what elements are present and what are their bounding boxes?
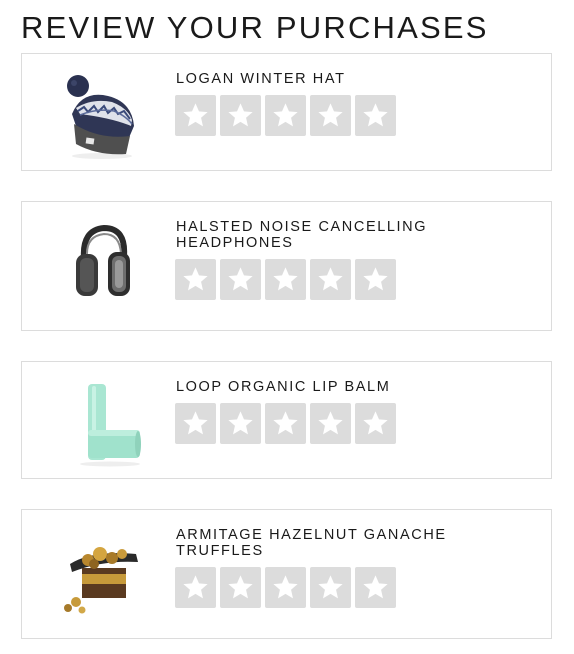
- star-icon: [363, 575, 388, 599]
- star-icon: [273, 575, 298, 599]
- rate-1-star-button[interactable]: [175, 259, 216, 300]
- rate-1-star-button[interactable]: [175, 567, 216, 608]
- rate-5-star-button[interactable]: [355, 95, 396, 136]
- rate-4-star-button[interactable]: [310, 259, 351, 300]
- rate-5-star-button[interactable]: [355, 567, 396, 608]
- rate-1-star-button[interactable]: [175, 403, 216, 444]
- star-icon: [318, 411, 343, 435]
- star-icon: [228, 411, 253, 435]
- rate-5-star-button[interactable]: [355, 259, 396, 300]
- star-icon: [183, 575, 208, 599]
- headphones-image: [52, 216, 152, 316]
- star-icon: [318, 103, 343, 127]
- rate-3-star-button[interactable]: [265, 567, 306, 608]
- rate-3-star-button[interactable]: [265, 403, 306, 444]
- product-card-winter-hat: LOGAN WINTER HAT: [21, 53, 552, 171]
- product-card-lip-balm: LOOP ORGANIC LIP BALM: [21, 361, 552, 479]
- star-icon: [363, 411, 388, 435]
- star-icon: [318, 267, 343, 291]
- product-name: LOGAN WINTER HAT: [176, 71, 346, 87]
- star-icon: [363, 103, 388, 127]
- star-icon: [183, 411, 208, 435]
- star-icon: [273, 267, 298, 291]
- star-icon: [183, 267, 208, 291]
- rate-5-star-button[interactable]: [355, 403, 396, 444]
- product-name: ARMITAGE HAZELNUT GANACHE TRUFFLES: [176, 527, 447, 559]
- star-icon: [228, 103, 253, 127]
- product-card-headphones: HALSTED NOISE CANCELLING HEADPHONES: [21, 201, 552, 331]
- page-title: REVIEW YOUR PURCHASES: [21, 10, 489, 45]
- truffles-image: [52, 524, 152, 624]
- rate-2-star-button[interactable]: [220, 95, 261, 136]
- star-rating[interactable]: [175, 403, 396, 444]
- star-icon: [273, 411, 298, 435]
- star-rating[interactable]: [175, 259, 396, 300]
- star-icon: [183, 103, 208, 127]
- rate-4-star-button[interactable]: [310, 567, 351, 608]
- star-rating[interactable]: [175, 567, 396, 608]
- product-name: HALSTED NOISE CANCELLING HEADPHONES: [176, 219, 428, 251]
- lip-balm-image: [52, 372, 152, 472]
- product-card-truffles: ARMITAGE HAZELNUT GANACHE TRUFFLES: [21, 509, 552, 639]
- product-name: LOOP ORGANIC LIP BALM: [176, 379, 391, 395]
- rate-3-star-button[interactable]: [265, 95, 306, 136]
- star-rating[interactable]: [175, 95, 396, 136]
- rate-4-star-button[interactable]: [310, 403, 351, 444]
- rate-2-star-button[interactable]: [220, 403, 261, 444]
- rate-2-star-button[interactable]: [220, 567, 261, 608]
- rate-4-star-button[interactable]: [310, 95, 351, 136]
- star-icon: [363, 267, 388, 291]
- star-icon: [228, 575, 253, 599]
- rate-3-star-button[interactable]: [265, 259, 306, 300]
- star-icon: [318, 575, 343, 599]
- rate-2-star-button[interactable]: [220, 259, 261, 300]
- star-icon: [273, 103, 298, 127]
- star-icon: [228, 267, 253, 291]
- winter-hat-image: [52, 64, 152, 164]
- rate-1-star-button[interactable]: [175, 95, 216, 136]
